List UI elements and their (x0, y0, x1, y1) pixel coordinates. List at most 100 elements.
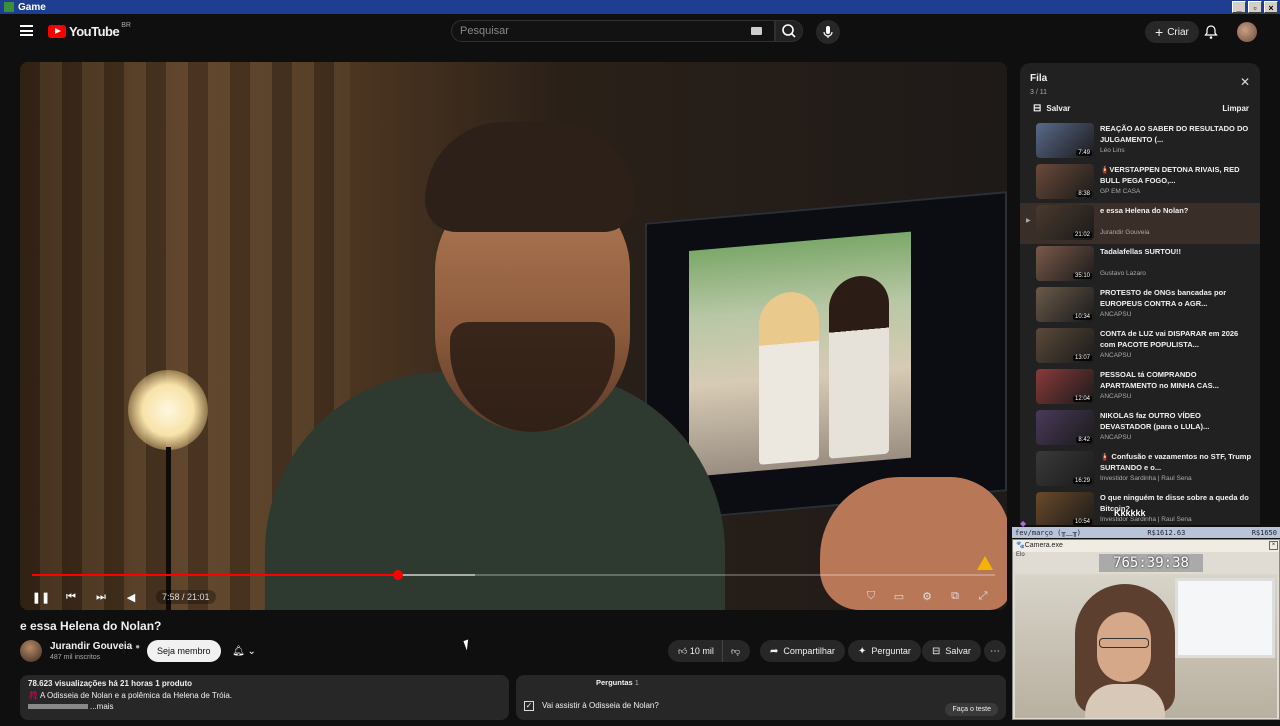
queue-item[interactable]: 10:34 PROTESTO de ONGs bancadas por EUROP… (1020, 285, 1260, 326)
voice-search-button[interactable] (816, 20, 840, 44)
channel-name-wrap[interactable]: Jurandir Gouveia ● (50, 641, 140, 652)
emoji-icon: 🩰︎ (28, 691, 39, 700)
search-button[interactable] (775, 20, 803, 42)
queue-item-title[interactable]: PROTESTO de ONGs bancadas por EUROPEUS C… (1100, 287, 1252, 309)
minimize-icon[interactable]: _ (1232, 1, 1246, 13)
keyboard-icon[interactable] (751, 27, 762, 35)
take-quiz-button[interactable]: Faça o teste (945, 703, 998, 716)
queue-item[interactable]: 8:38 🧯VERSTAPPEN DETONA RIVAIS, RED BULL … (1020, 162, 1260, 203)
queue-item-thumbnail[interactable]: 16:29 (1036, 451, 1094, 486)
more-actions-button[interactable]: ⋯ (984, 640, 1006, 662)
subtitles-icon[interactable]: ▭ (891, 588, 907, 604)
ellipsis-icon: ⋯ (990, 645, 1000, 657)
queue-item[interactable]: 13:07 CONTA de LUZ vai DISPARAR em 2026 c… (1020, 326, 1260, 367)
queue-item[interactable]: 8:42 NIKOLAS faz OUTRO VÍDEO DEVASTADOR (… (1020, 408, 1260, 449)
queue-item-thumbnail[interactable]: 10:34 (1036, 287, 1094, 322)
miniplayer-icon[interactable]: ⧉ (947, 588, 963, 604)
warning-icon (977, 556, 993, 570)
queue-item-title[interactable]: 🧯VERSTAPPEN DETONA RIVAIS, RED BULL PEGA… (1100, 164, 1252, 186)
queue-item-title[interactable]: Tadalafellas SURTOU!! (1100, 246, 1252, 257)
more-link[interactable]: ...mais (90, 702, 114, 711)
volume-icon[interactable]: ◀ (122, 588, 140, 606)
video-title: e essa Helena do Nolan? (20, 619, 162, 633)
shield-icon[interactable]: ⛉ (863, 588, 879, 604)
figure-dark (829, 273, 889, 459)
queue-item-thumbnail[interactable]: 7:49 (1036, 123, 1094, 158)
queue-item-thumbnail[interactable]: 10:54 (1036, 492, 1094, 525)
queue-item-thumbnail[interactable]: 13:07 (1036, 328, 1094, 363)
scrubber-knob[interactable] (392, 570, 403, 580)
queue-item[interactable]: 35:10 Tadalafellas SURTOU!! Gustavo Lazaro (1020, 244, 1260, 285)
create-button[interactable]: + Criar (1145, 21, 1199, 43)
account-avatar[interactable] (1237, 22, 1257, 42)
queue-item-channel: ANCAPSU (1100, 352, 1132, 359)
queue-save-button[interactable]: ⊟ Salvar (1033, 103, 1070, 114)
subscriber-count: 487 mil inscritos (50, 654, 101, 661)
queue-item-thumbnail[interactable]: 8:38 (1036, 164, 1094, 199)
like-button[interactable]: 👍︎ 10 mil (668, 640, 723, 662)
search-input[interactable] (452, 21, 742, 41)
close-queue-icon[interactable]: ✕ (1240, 75, 1250, 89)
queue-item-title[interactable]: PESSOAL tá COMPRANDO APARTAMENTO no MINH… (1100, 369, 1252, 391)
dislike-button[interactable]: 👎︎ (723, 640, 750, 662)
queue-item-thumbnail[interactable]: 8:42 (1036, 410, 1094, 445)
youtube-logo[interactable]: YouTube BR (48, 22, 131, 39)
description-box[interactable]: 78.623 visualizações há 21 horas 1 produ… (20, 675, 509, 720)
camera-titlebar: 🐾Camera.exe × (1013, 540, 1279, 552)
join-button[interactable]: Seja membro (147, 640, 221, 662)
now-playing-icon: ▶ (1026, 218, 1031, 224)
queue-list: 7:49 REAÇÃO AO SABER DO RESULTADO DO JULG… (1020, 121, 1260, 525)
presenter (265, 122, 725, 610)
stream-timer: 765:39:38 (1099, 554, 1203, 572)
sparkle-icon: ✦ (858, 645, 867, 657)
queue-item-thumbnail[interactable]: 21:02 (1036, 205, 1094, 240)
create-label: Criar (1167, 26, 1189, 38)
share-icon: ➦ (770, 645, 779, 657)
channel-row: Jurandir Gouveia ● 487 mil inscritos Seja… (20, 640, 1007, 666)
channel-avatar[interactable] (20, 640, 42, 662)
logo-text: YouTube (69, 24, 120, 39)
maximize-icon[interactable]: ▫ (1248, 1, 1262, 13)
lamp-light (128, 370, 208, 450)
pause-icon[interactable]: ❚❚ (32, 588, 50, 606)
previous-icon[interactable]: ⏮ (62, 588, 80, 606)
queue-item-duration: 7:49 (1076, 150, 1092, 156)
description-more-line: ...mais (28, 702, 501, 711)
queue-item[interactable]: 7:49 REAÇÃO AO SABER DO RESULTADO DO JULG… (1020, 121, 1260, 162)
save-button[interactable]: ⊟ Salvar (922, 640, 981, 662)
queue-item-title[interactable]: NIKOLAS faz OUTRO VÍDEO DEVASTADOR (para… (1100, 410, 1252, 432)
progress-bar[interactable] (32, 570, 995, 580)
player-controls: ❚❚ ⏮ ⏭ ◀ 7:58 / 21:01 ⛉ ▭ ⚙ ⧉ ⤢ (20, 584, 1007, 610)
subscription-bell-button[interactable]: 🔔︎ ⌄ (224, 640, 264, 662)
queue-item-title[interactable]: REAÇÃO AO SABER DO RESULTADO DO JULGAMEN… (1100, 123, 1252, 145)
settings-gear-icon[interactable]: ⚙ (919, 588, 935, 604)
queue-item-thumbnail[interactable]: 35:10 (1036, 246, 1094, 281)
close-icon[interactable]: × (1264, 1, 1278, 13)
country-code: BR (121, 22, 131, 29)
overlay-mid-text: R$1612.63 (1147, 528, 1186, 537)
queue-clear-button[interactable]: Limpar (1222, 104, 1249, 113)
queue-item[interactable]: 12:04 PESSOAL tá COMPRANDO APARTAMENTO no… (1020, 367, 1260, 408)
ask-button[interactable]: ✦ Perguntar (848, 640, 921, 662)
queue-item[interactable]: 16:29 🧯 Confusão e vazamentos no STF, Tru… (1020, 449, 1260, 490)
player-right-controls: ⛉ ▭ ⚙ ⧉ ⤢ (863, 588, 991, 604)
share-button[interactable]: ➦ Compartilhar (760, 640, 845, 662)
queue-item-title[interactable]: 🧯 Confusão e vazamentos no STF, Trump SU… (1100, 451, 1252, 473)
video-player[interactable]: ❚❚ ⏮ ⏭ ◀ 7:58 / 21:01 ⛉ ▭ ⚙ ⧉ ⤢ (20, 62, 1007, 610)
queue-item[interactable]: ▶ 21:02 e essa Helena do Nolan? Jurandir Go… (1020, 203, 1260, 244)
plus-icon: + (1155, 24, 1164, 40)
overlay-right-text: R$1650 (1251, 528, 1277, 537)
channel-name[interactable]: Jurandir Gouveia (50, 641, 132, 652)
questions-panel: Perguntas 1 ✓ Vai assistir à Odisseia de … (516, 675, 1006, 720)
queue-item-title[interactable]: e essa Helena do Nolan? (1100, 205, 1252, 216)
next-icon[interactable]: ⏭ (92, 588, 110, 606)
fullscreen-icon[interactable]: ⤢ (975, 588, 991, 604)
queue-item-title[interactable]: CONTA de LUZ vai DISPARAR em 2026 com PA… (1100, 328, 1252, 350)
camera-close-icon[interactable]: × (1269, 541, 1278, 550)
chat-overlay-text: Kkkkkk (1114, 508, 1146, 518)
queue-item-thumbnail[interactable]: 12:04 (1036, 369, 1094, 404)
hamburger-menu-icon[interactable] (20, 25, 33, 36)
youtube-app: YouTube BR + Criar (0, 14, 1280, 720)
streamer-shirt (1085, 684, 1165, 718)
notifications-bell-icon[interactable] (1203, 24, 1219, 40)
